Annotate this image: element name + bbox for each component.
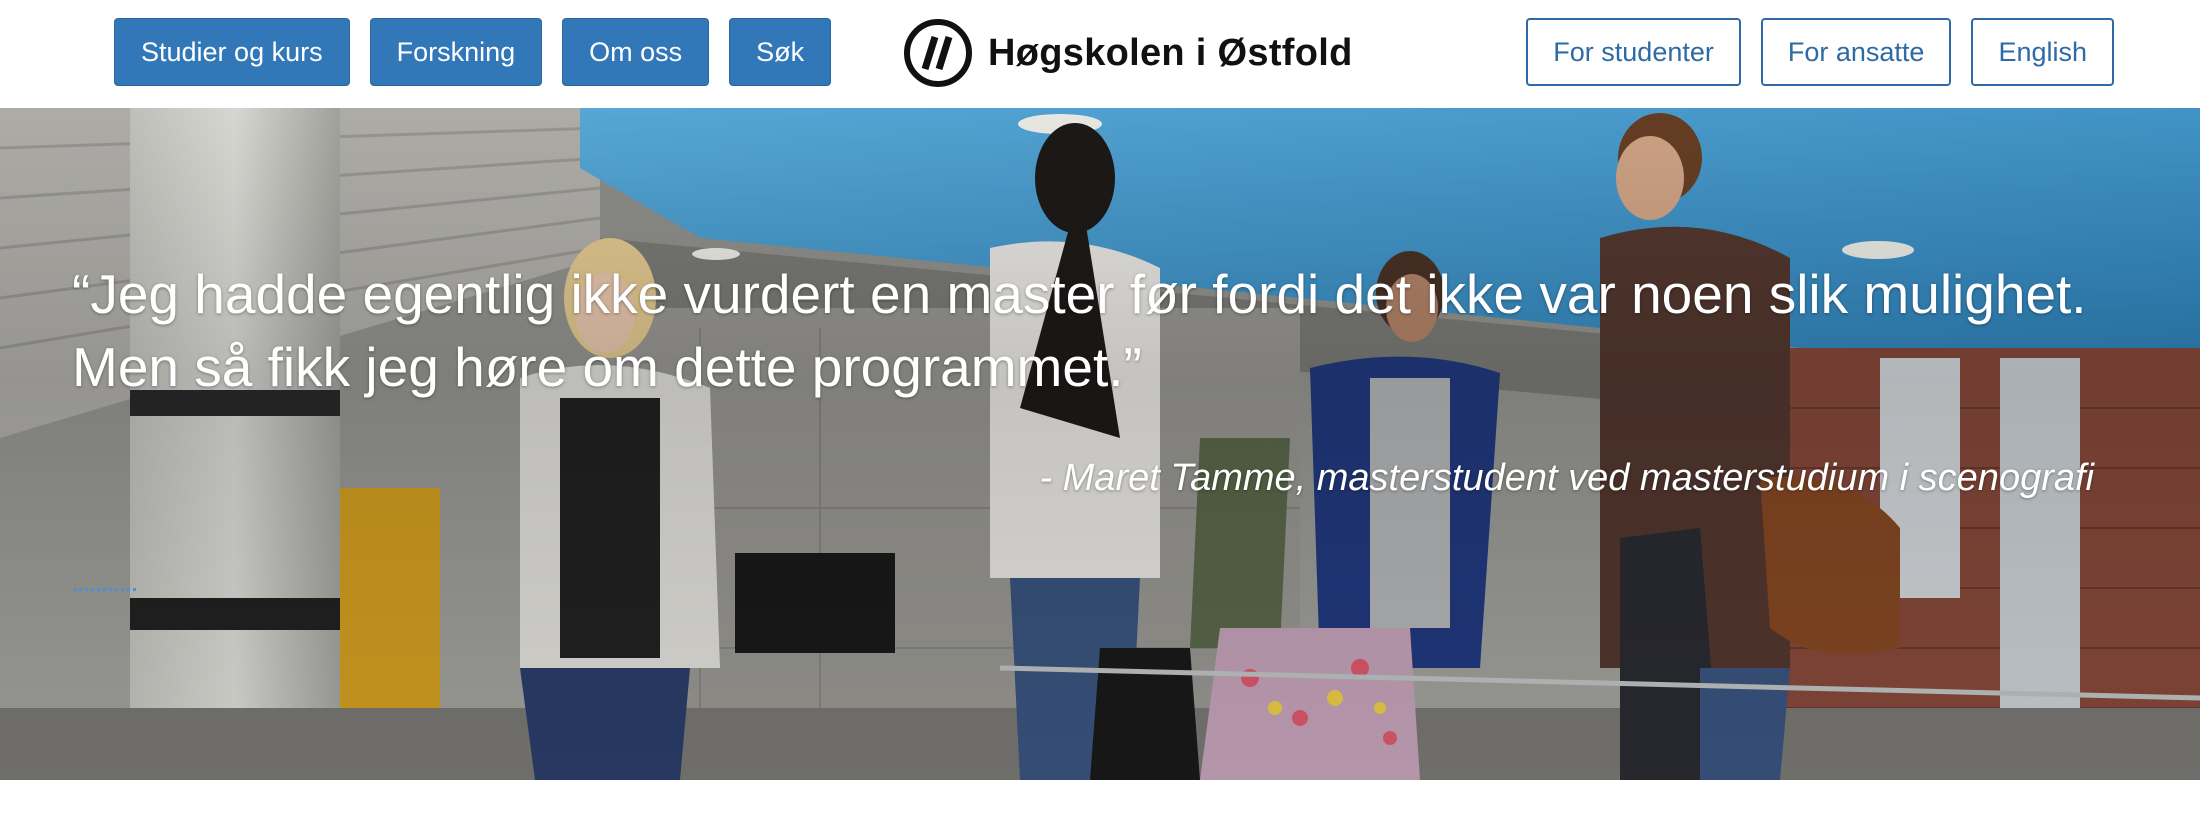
nav-forskning-button[interactable]: Forskning bbox=[369, 18, 543, 86]
hero-quote: “Jeg hadde egentlig ikke vurdert en mast… bbox=[72, 263, 2087, 398]
audience-nav: For studenter For ansatte English bbox=[1526, 18, 2114, 86]
logo-text: Høgskolen i Østfold bbox=[988, 31, 1353, 74]
for-studenter-button[interactable]: For studenter bbox=[1526, 18, 1741, 86]
site-logo[interactable]: Høgskolen i Østfold bbox=[902, 17, 1353, 89]
quote-attribution: - Maret Tamme, masterstudent ved masters… bbox=[1039, 457, 2094, 499]
nav-sok-button[interactable]: Søk bbox=[729, 18, 832, 86]
main-nav: Studier og kurs Forskning Om oss Søk bbox=[114, 18, 832, 86]
hero-banner: “Jeg hadde egentlig ikke vurdert en mast… bbox=[0, 108, 2200, 780]
site-header: Studier og kurs Forskning Om oss Søk Høg… bbox=[0, 0, 2200, 109]
nav-studier-og-kurs-button[interactable]: Studier og kurs bbox=[114, 18, 350, 86]
hero-overlay bbox=[0, 108, 2200, 780]
for-ansatte-button[interactable]: For ansatte bbox=[1760, 18, 1952, 86]
english-button[interactable]: English bbox=[1971, 18, 2114, 86]
hero-slide-indicator[interactable] bbox=[74, 588, 136, 591]
page-bottom-band bbox=[0, 780, 2200, 820]
hiof-logo-icon bbox=[904, 19, 972, 87]
nav-om-oss-button[interactable]: Om oss bbox=[562, 18, 710, 86]
